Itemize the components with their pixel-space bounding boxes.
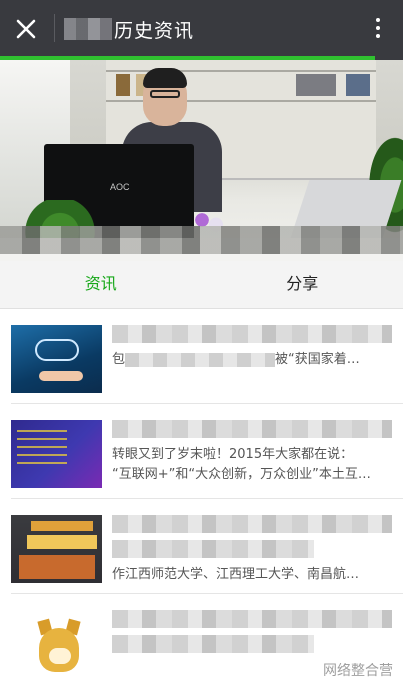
page-title-wrap: 历史资讯 <box>64 14 194 44</box>
blurred-title <box>112 325 392 343</box>
news-snippet: 包被“获国家着… <box>112 352 360 367</box>
list-item[interactable]: 包被“获国家着… <box>0 309 403 404</box>
close-icon[interactable] <box>10 13 42 45</box>
blurred-title <box>112 610 392 628</box>
blurred-account-name <box>64 18 112 40</box>
cloud-thumbnail <box>11 325 102 393</box>
tab-share[interactable]: 分享 <box>202 261 403 309</box>
blurred-title-line2 <box>112 635 314 653</box>
watermark-text: 网络整合营 <box>323 663 393 679</box>
blurred-title-line2 <box>112 540 314 558</box>
hand-icon <box>39 371 83 381</box>
header-banner-image: AOC <box>0 60 403 261</box>
ppt-thumbnail <box>11 420 102 488</box>
blurred-banner-caption <box>0 226 403 254</box>
tab-bar: 资讯 分享 <box>0 261 403 309</box>
list-item[interactable]: 作江西师范大学、江西理工大学、南昌航… <box>0 499 403 594</box>
news-snippet: 作江西师范大学、江西理工大学、南昌航… <box>112 567 360 582</box>
list-item[interactable]: 转眼又到了岁末啦！2015年大家都在说： “互联网+”和“大众创新，万众创业”本… <box>0 404 403 499</box>
news-text: 包被“获国家着… <box>112 325 392 393</box>
monitor-brand-label: AOC <box>110 182 130 192</box>
more-vertical-icon[interactable] <box>367 15 389 43</box>
top-bar: 历史资讯 <box>0 0 403 57</box>
news-text: 转眼又到了岁末啦！2015年大家都在说： “互联网+”和“大众创新，万众创业”本… <box>112 420 392 488</box>
doge-thumbnail <box>11 610 102 678</box>
news-snippet: 转眼又到了岁末啦！2015年大家都在说： <box>112 447 354 462</box>
news-snippet-line2: “互联网+”和“大众创新，万众创业”本土互… <box>112 467 371 482</box>
title-separator <box>54 14 55 42</box>
cloud-icon <box>35 339 79 361</box>
blurred-title <box>112 420 392 438</box>
person-hair <box>143 68 187 88</box>
blurred-title <box>112 515 392 533</box>
news-text: 作江西师范大学、江西理工大学、南昌航… <box>112 515 392 583</box>
page-title: 历史资讯 <box>114 19 195 42</box>
ppt-graphic <box>17 430 67 470</box>
tab-news[interactable]: 资讯 <box>0 261 202 309</box>
edu-thumbnail <box>11 515 102 583</box>
glasses <box>150 90 180 98</box>
